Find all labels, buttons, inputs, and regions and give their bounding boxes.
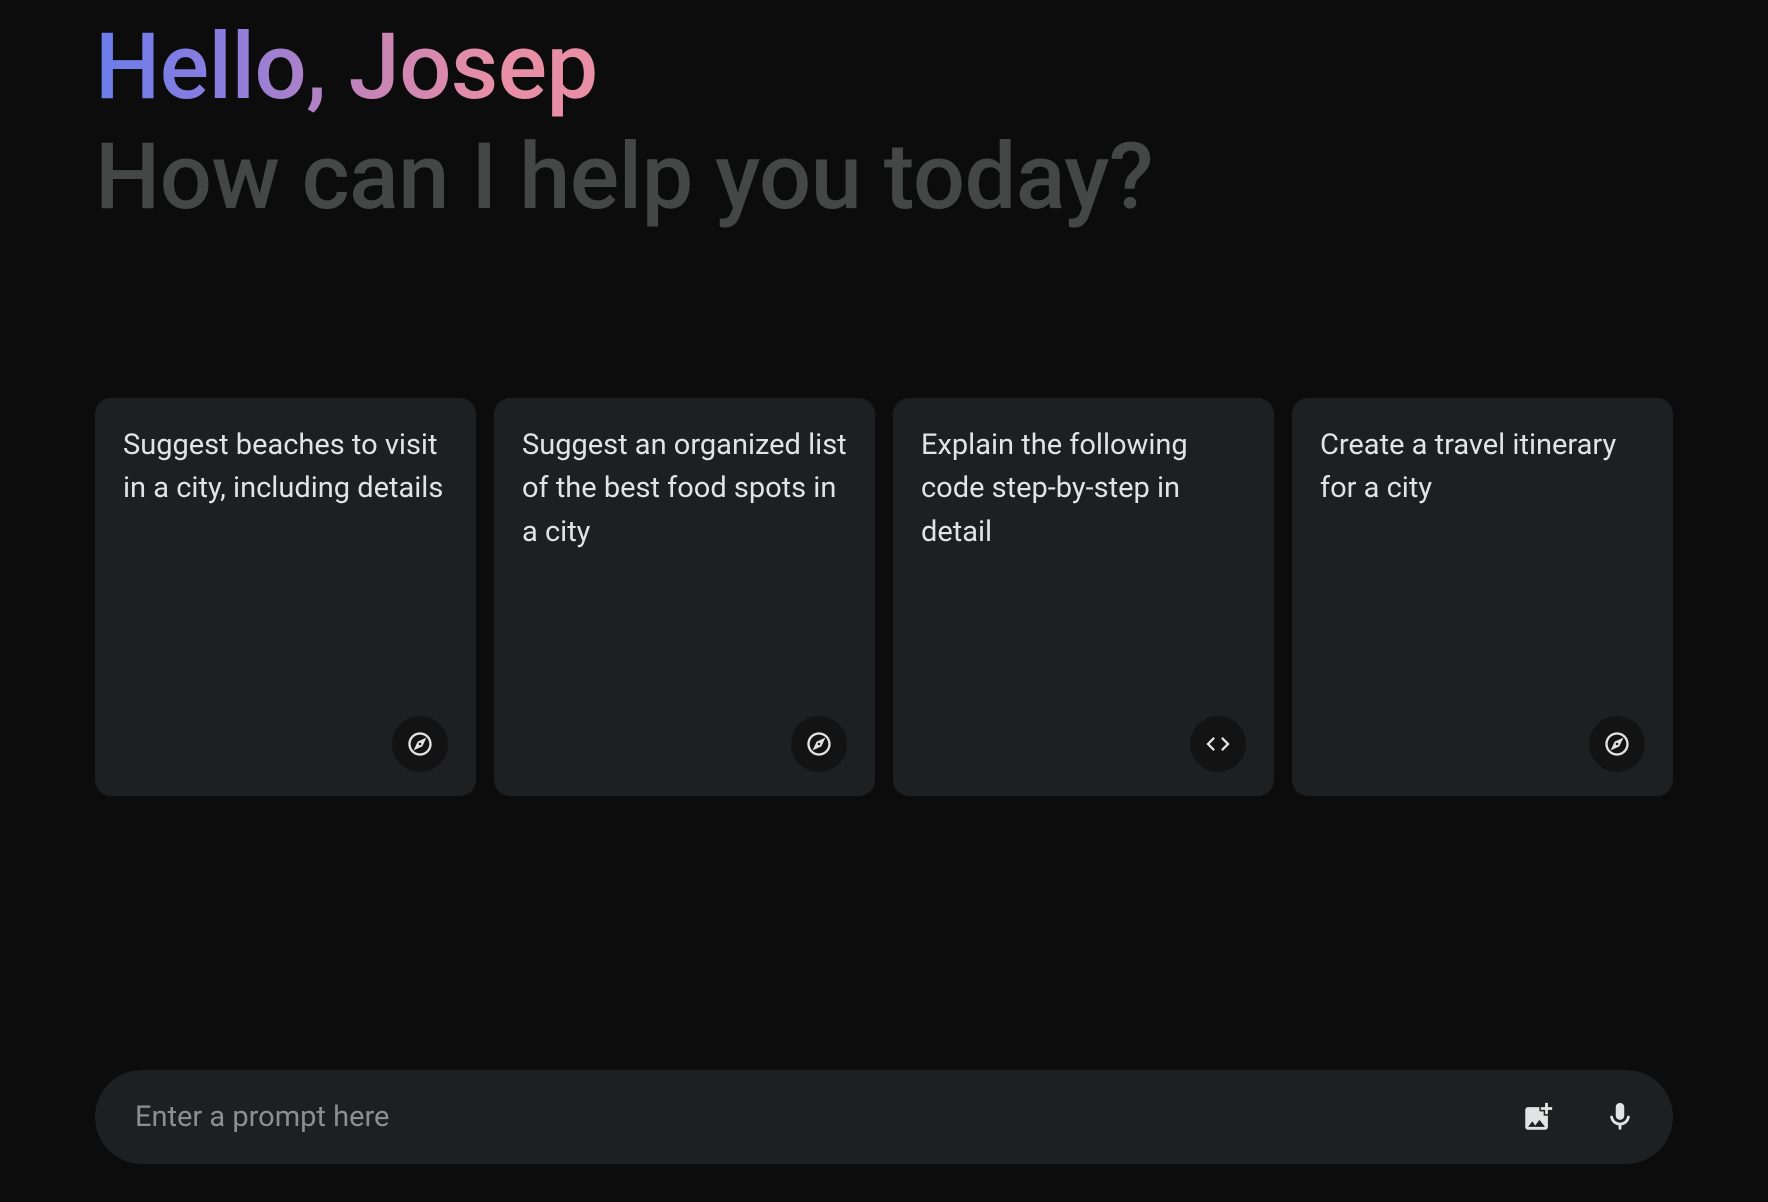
card-text: Explain the following code step-by-step … <box>921 424 1246 555</box>
prompt-input-bar <box>95 1070 1673 1164</box>
compass-icon <box>392 716 448 772</box>
card-text: Suggest an organized list of the best fo… <box>522 424 847 555</box>
greeting-title: Hello, Josep <box>95 20 1673 117</box>
code-icon <box>1190 716 1246 772</box>
microphone-icon[interactable] <box>1597 1094 1643 1140</box>
prompt-input[interactable] <box>135 1100 1515 1134</box>
suggestion-card-itinerary[interactable]: Create a travel itinerary for a city <box>1292 398 1673 796</box>
suggestion-cards: Suggest beaches to visit in a city, incl… <box>95 398 1673 796</box>
compass-icon <box>1589 716 1645 772</box>
input-icons <box>1515 1094 1643 1140</box>
greeting-hello: Hello, Josep <box>95 14 598 121</box>
greeting-subtitle: How can I help you today? <box>95 127 1673 228</box>
card-text: Create a travel itinerary for a city <box>1320 424 1645 511</box>
suggestion-card-food[interactable]: Suggest an organized list of the best fo… <box>494 398 875 796</box>
card-text: Suggest beaches to visit in a city, incl… <box>123 424 448 511</box>
suggestion-card-beaches[interactable]: Suggest beaches to visit in a city, incl… <box>95 398 476 796</box>
compass-icon <box>791 716 847 772</box>
suggestion-card-code[interactable]: Explain the following code step-by-step … <box>893 398 1274 796</box>
add-image-icon[interactable] <box>1515 1094 1561 1140</box>
